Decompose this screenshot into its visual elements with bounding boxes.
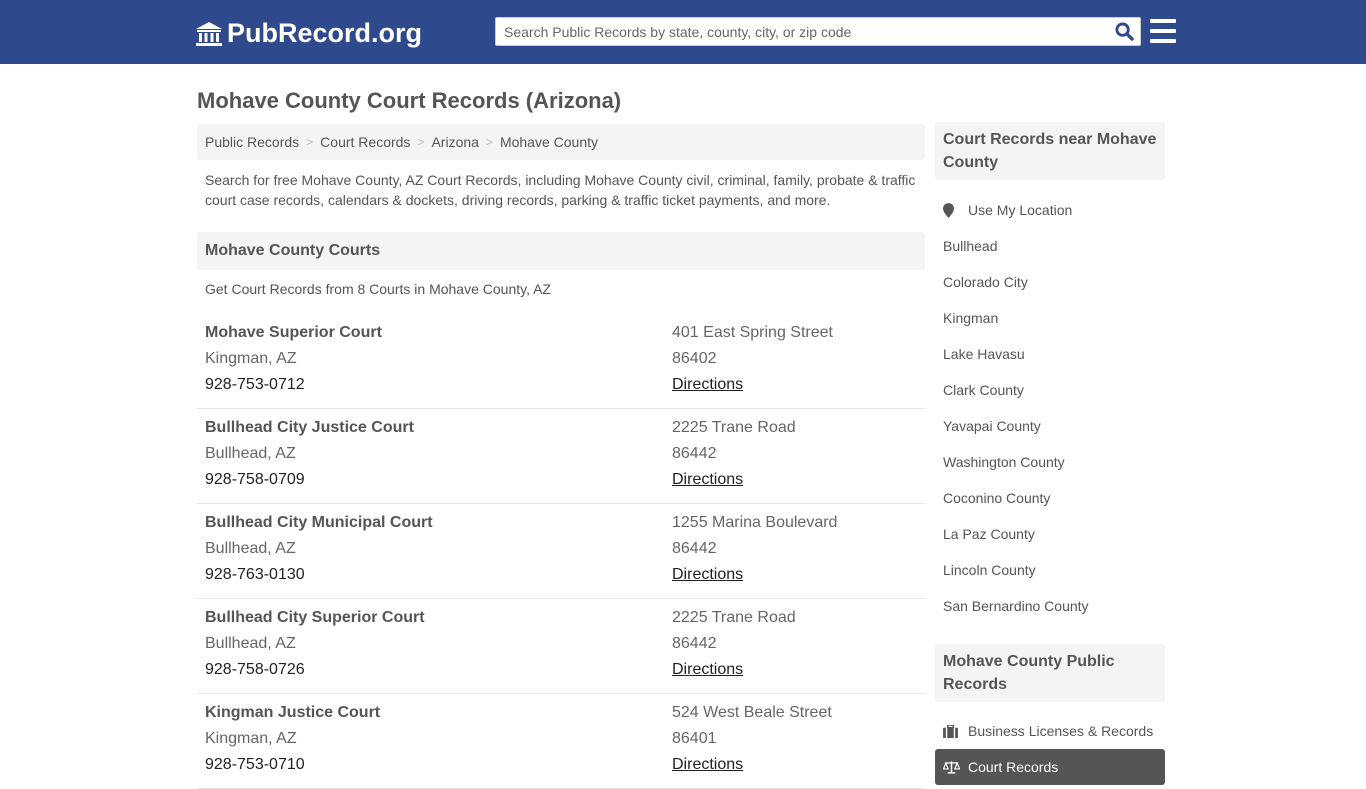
business-licenses-link[interactable]: Business Licenses & Records: [935, 713, 1165, 749]
menu-bar: [1150, 39, 1176, 43]
court-phone[interactable]: 928-753-0710: [205, 752, 380, 778]
court-name[interactable]: Bullhead City Justice Court: [205, 415, 414, 441]
scales-icon: [943, 761, 960, 774]
court-phone[interactable]: 928-753-0712: [205, 372, 382, 398]
breadcrumb-court-records[interactable]: Court Records: [320, 134, 410, 150]
court-records-link[interactable]: Court Records: [935, 749, 1165, 785]
breadcrumb: Public Records > Court Records > Arizona…: [197, 124, 925, 160]
court-address: 2225 Trane Road: [672, 419, 796, 436]
briefcase-icon: [943, 724, 958, 738]
hamburger-menu-button[interactable]: [1150, 19, 1176, 43]
menu-bar: [1150, 29, 1176, 33]
court-address: 524 West Beale Street: [672, 704, 832, 721]
court-name[interactable]: Kingman Justice Court: [205, 700, 380, 726]
nearby-link-kingman[interactable]: Kingman: [935, 300, 1165, 336]
court-phone[interactable]: 928-758-0709: [205, 467, 414, 493]
nearby-link-clark-county[interactable]: Clark County: [935, 372, 1165, 408]
court-list: Mohave Superior Court Kingman, AZ 928-75…: [197, 314, 925, 789]
public-records-list: Business Licenses & Records Court Record…: [935, 713, 1165, 785]
search-box: [495, 17, 1141, 46]
breadcrumb-mohave-county[interactable]: Mohave County: [500, 134, 598, 150]
search-icon: [1114, 22, 1134, 41]
nearby-link-washington-county[interactable]: Washington County: [935, 444, 1165, 480]
directions-link[interactable]: Directions: [672, 566, 743, 583]
court-phone[interactable]: 928-763-0130: [205, 562, 433, 588]
business-licenses-label: Business Licenses & Records: [968, 723, 1154, 739]
directions-link[interactable]: Directions: [672, 756, 743, 773]
use-my-location-button[interactable]: Use My Location: [935, 192, 1165, 228]
court-item: Bullhead City Superior Court Bullhead, A…: [197, 599, 925, 694]
court-address: 401 East Spring Street: [672, 324, 833, 341]
court-address: 1255 Marina Boulevard: [672, 514, 838, 531]
nearby-link-la-paz-county[interactable]: La Paz County: [935, 516, 1165, 552]
directions-link[interactable]: Directions: [672, 376, 743, 393]
court-city: Bullhead, AZ: [205, 635, 296, 652]
nearby-link-bullhead[interactable]: Bullhead: [935, 228, 1165, 264]
nearby-heading: Court Records near Mohave County: [935, 122, 1165, 180]
nearby-link-coconino-county[interactable]: Coconino County: [935, 480, 1165, 516]
breadcrumb-public-records[interactable]: Public Records: [205, 134, 299, 150]
directions-link[interactable]: Directions: [672, 661, 743, 678]
court-item: Mohave Superior Court Kingman, AZ 928-75…: [197, 314, 925, 409]
nearby-list: Use My Location Bullhead Colorado City K…: [935, 192, 1165, 624]
court-records-label: Court Records: [968, 759, 1059, 775]
courts-count-text: Get Court Records from 8 Courts in Mohav…: [205, 281, 551, 297]
nearby-link-yavapai-county[interactable]: Yavapai County: [935, 408, 1165, 444]
breadcrumb-separator: >: [306, 135, 314, 149]
breadcrumb-separator: >: [485, 135, 493, 149]
court-zip: 86402: [672, 350, 717, 367]
courthouse-icon: [196, 21, 222, 46]
court-city: Kingman, AZ: [205, 350, 297, 367]
court-city: Bullhead, AZ: [205, 445, 296, 462]
menu-bar: [1150, 19, 1176, 23]
nearby-link-lake-havasu[interactable]: Lake Havasu: [935, 336, 1165, 372]
intro-text: Search for free Mohave County, AZ Court …: [205, 172, 916, 208]
use-my-location-label: Use My Location: [968, 202, 1073, 218]
logo-text: PubRecord.org: [227, 18, 423, 48]
public-records-heading: Mohave County Public Records: [935, 644, 1165, 702]
court-item: Bullhead City Justice Court Bullhead, AZ…: [197, 409, 925, 504]
nearby-link-lincoln-county[interactable]: Lincoln County: [935, 552, 1165, 588]
court-zip: 86442: [672, 445, 717, 462]
courts-section-heading: Mohave County Courts: [197, 232, 925, 270]
court-name[interactable]: Bullhead City Superior Court: [205, 605, 425, 631]
court-item: Bullhead City Municipal Court Bullhead, …: [197, 504, 925, 599]
court-phone[interactable]: 928-758-0726: [205, 657, 425, 683]
court-zip: 86401: [672, 730, 717, 747]
court-city: Bullhead, AZ: [205, 540, 296, 557]
court-zip: 86442: [672, 635, 717, 652]
court-address: 2225 Trane Road: [672, 609, 796, 626]
court-zip: 86442: [672, 540, 717, 557]
site-logo[interactable]: PubRecord.org: [195, 18, 422, 49]
directions-link[interactable]: Directions: [672, 471, 743, 488]
breadcrumb-arizona[interactable]: Arizona: [431, 134, 478, 150]
nearby-link-colorado-city[interactable]: Colorado City: [935, 264, 1165, 300]
search-button[interactable]: [1108, 18, 1140, 45]
top-navbar: PubRecord.org: [0, 0, 1366, 64]
search-input[interactable]: [496, 18, 1108, 45]
court-name[interactable]: Bullhead City Municipal Court: [205, 510, 433, 536]
breadcrumb-separator: >: [417, 135, 425, 149]
court-name[interactable]: Mohave Superior Court: [205, 320, 382, 346]
court-item: Kingman Justice Court Kingman, AZ 928-75…: [197, 694, 925, 789]
page-title: Mohave County Court Records (Arizona): [197, 88, 622, 113]
court-city: Kingman, AZ: [205, 730, 297, 747]
nearby-link-san-bernardino-county[interactable]: San Bernardino County: [935, 588, 1165, 624]
map-marker-icon: [943, 202, 954, 218]
